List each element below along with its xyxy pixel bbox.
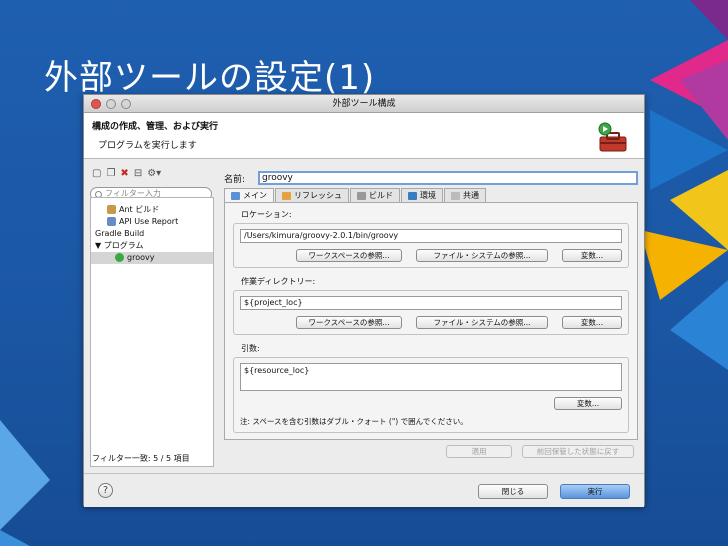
- tree-item-gradle-build[interactable]: Gradle Build: [91, 228, 213, 240]
- dialog-subheading: プログラムを実行します: [98, 141, 197, 151]
- tree-item-program[interactable]: ▼ プログラム: [91, 240, 213, 252]
- list-toolbar: ▢ ❐ ✖ ⊟ ⚙▾: [90, 165, 216, 181]
- tree-item-label: API Use Report: [119, 217, 179, 226]
- tree-item-api-use-report[interactable]: API Use Report: [91, 216, 213, 228]
- arguments-variables-button[interactable]: 変数...: [554, 397, 622, 410]
- tab-label: メイン: [243, 191, 267, 200]
- tree-item-groovy[interactable]: groovy: [91, 252, 213, 264]
- revert-button[interactable]: 前回保管した状態に戻す: [522, 445, 634, 458]
- tab-build[interactable]: ビルド: [350, 188, 400, 202]
- toolbox-run-icon: [598, 122, 627, 152]
- workdir-field[interactable]: ${project_loc}: [240, 296, 622, 310]
- apply-button[interactable]: 適用: [446, 445, 512, 458]
- tab-label: 共通: [463, 191, 479, 200]
- config-tree: Ant ビルド API Use Report Gradle Build ▼ プロ…: [90, 197, 214, 467]
- duplicate-icon[interactable]: ❐: [106, 168, 115, 179]
- location-field[interactable]: /Users/kimura/groovy-2.0.1/bin/groovy: [240, 229, 622, 243]
- filter-status: フィルター一致: 5 / 5 項目: [92, 454, 190, 463]
- main-tab-panel: ロケーション: /Users/kimura/groovy-2.0.1/bin/g…: [224, 202, 638, 440]
- window-titlebar: 外部ツール構成: [84, 95, 644, 113]
- arguments-note: 注: スペースを含む引数はダブル・クォート (") で囲んでください。: [240, 417, 468, 426]
- config-editor: 名前: groovy メイン リフレッシュ ビルド 環境 共通 ロケーション: …: [224, 171, 638, 467]
- report-icon: [107, 217, 116, 226]
- tab-main[interactable]: メイン: [224, 188, 274, 202]
- window-controls: [91, 99, 131, 109]
- location-group: /Users/kimura/groovy-2.0.1/bin/groovy ワー…: [233, 223, 629, 268]
- location-browse-filesystem-button[interactable]: ファイル・システムの参照...: [416, 249, 548, 262]
- workdir-label: 作業ディレクトリー:: [241, 277, 316, 286]
- common-icon: [451, 191, 460, 200]
- arguments-field[interactable]: ${resource_loc}: [240, 363, 622, 391]
- minimize-window-button[interactable]: [106, 99, 116, 109]
- name-field[interactable]: groovy: [258, 171, 638, 185]
- new-config-icon[interactable]: ▢: [92, 168, 101, 179]
- tab-environment[interactable]: 環境: [401, 188, 443, 202]
- ant-icon: [107, 205, 116, 214]
- help-icon[interactable]: ?: [98, 483, 113, 498]
- program-run-icon: [115, 253, 124, 262]
- workdir-group: ${project_loc} ワークスペースの参照... ファイル・システムの参…: [233, 290, 629, 335]
- delete-icon[interactable]: ✖: [120, 168, 128, 179]
- collapse-icon[interactable]: ⊟: [134, 168, 142, 179]
- workdir-browse-workspace-button[interactable]: ワークスペースの参照...: [296, 316, 402, 329]
- slide-title: 外部ツールの設定(1): [44, 58, 376, 98]
- name-label: 名前:: [224, 174, 246, 185]
- refresh-icon: [282, 191, 291, 200]
- decorative-triangles-bottom: [0, 420, 50, 546]
- dialog-heading: 構成の作成、管理、および実行: [92, 122, 219, 132]
- tab-label: リフレッシュ: [294, 191, 342, 200]
- build-icon: [357, 191, 366, 200]
- tree-item-label: Gradle Build: [95, 229, 145, 238]
- tab-label: 環境: [420, 191, 436, 200]
- tree-item-label: ▼ プログラム: [95, 241, 144, 250]
- workdir-variables-button[interactable]: 変数...: [562, 316, 622, 329]
- close-window-button[interactable]: [91, 99, 101, 109]
- apply-revert-row: 適用 前回保管した状態に戻す: [446, 445, 634, 458]
- tab-label: ビルド: [369, 191, 393, 200]
- main-tab-icon: [231, 191, 240, 200]
- tab-common[interactable]: 共通: [444, 188, 486, 202]
- arguments-group: ${resource_loc} 変数... 注: スペースを含む引数はダブル・ク…: [233, 357, 629, 433]
- location-variables-button[interactable]: 変数...: [562, 249, 622, 262]
- dialog-header: 構成の作成、管理、および実行 プログラムを実行します: [84, 113, 644, 159]
- arguments-label: 引数:: [241, 344, 260, 353]
- tree-item-label: Ant ビルド: [119, 205, 160, 214]
- dialog-footer: ? 閉じる 実行: [84, 473, 644, 507]
- location-label: ロケーション:: [241, 210, 292, 219]
- close-button[interactable]: 閉じる: [478, 484, 548, 499]
- external-tools-dialog: 外部ツール構成 構成の作成、管理、および実行 プログラムを実行します ▢ ❐ ✖…: [83, 94, 645, 507]
- window-title: 外部ツール構成: [332, 99, 396, 109]
- workdir-browse-filesystem-button[interactable]: ファイル・システムの参照...: [416, 316, 548, 329]
- zoom-window-button[interactable]: [121, 99, 131, 109]
- tree-item-ant[interactable]: Ant ビルド: [91, 204, 213, 216]
- run-button[interactable]: 実行: [560, 484, 630, 499]
- filter-menu-icon[interactable]: ⚙▾: [147, 168, 161, 179]
- location-browse-workspace-button[interactable]: ワークスペースの参照...: [296, 249, 402, 262]
- environment-icon: [408, 191, 417, 200]
- config-tabs: メイン リフレッシュ ビルド 環境 共通: [224, 188, 638, 202]
- tree-item-label: groovy: [127, 253, 155, 262]
- tab-refresh[interactable]: リフレッシュ: [275, 188, 349, 202]
